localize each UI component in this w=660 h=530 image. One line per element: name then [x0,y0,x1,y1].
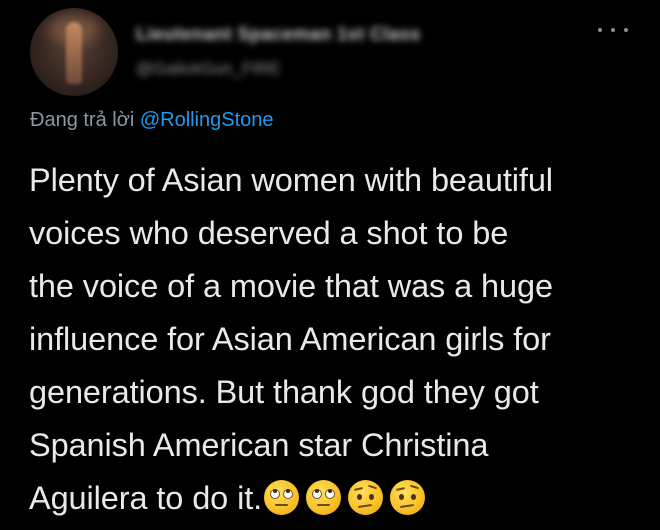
more-dot [624,28,628,32]
author-display-name[interactable]: Lieutenant Spaceman 1st Class [136,24,421,45]
tweet-text-line: generations. But thank god they got [29,374,539,410]
author-handle[interactable]: @GalickGun_FIRE [136,59,421,79]
face-with-raised-eyebrow-icon [390,480,426,515]
emoji-row [264,480,426,515]
avatar[interactable] [30,8,118,96]
tweet-text: Plenty of Asian women with beautiful voi… [29,154,649,525]
author-identity[interactable]: Lieutenant Spaceman 1st Class @GalickGun… [136,24,421,79]
reply-mention-link[interactable]: @RollingStone [140,109,274,131]
tweet-text-last-line: Aguilera to do it. [29,472,649,525]
tweet-text-line: voices who deserved a shot to be [29,215,509,251]
face-with-rolling-eyes-icon [306,480,342,515]
tweet: Lieutenant Spaceman 1st Class @GalickGun… [0,0,660,530]
more-dot [611,28,615,32]
tweet-text-line: Aguilera to do it. [29,480,263,516]
face-with-rolling-eyes-icon [264,480,300,515]
more-dot [598,28,602,32]
tweet-text-line: Plenty of Asian women with beautiful [29,162,553,198]
tweet-text-line: Spanish American star Christina [29,427,489,463]
avatar-figure [66,22,82,84]
reply-prefix: Đang trả lời [30,109,135,131]
tweet-text-line: the voice of a movie that was a huge [29,268,553,304]
tweet-text-line: influence for Asian American girls for [29,321,551,357]
more-horizontal-icon[interactable] [598,22,628,38]
face-with-raised-eyebrow-icon [348,480,384,515]
reply-context: Đang trả lời @RollingStone [30,109,274,132]
